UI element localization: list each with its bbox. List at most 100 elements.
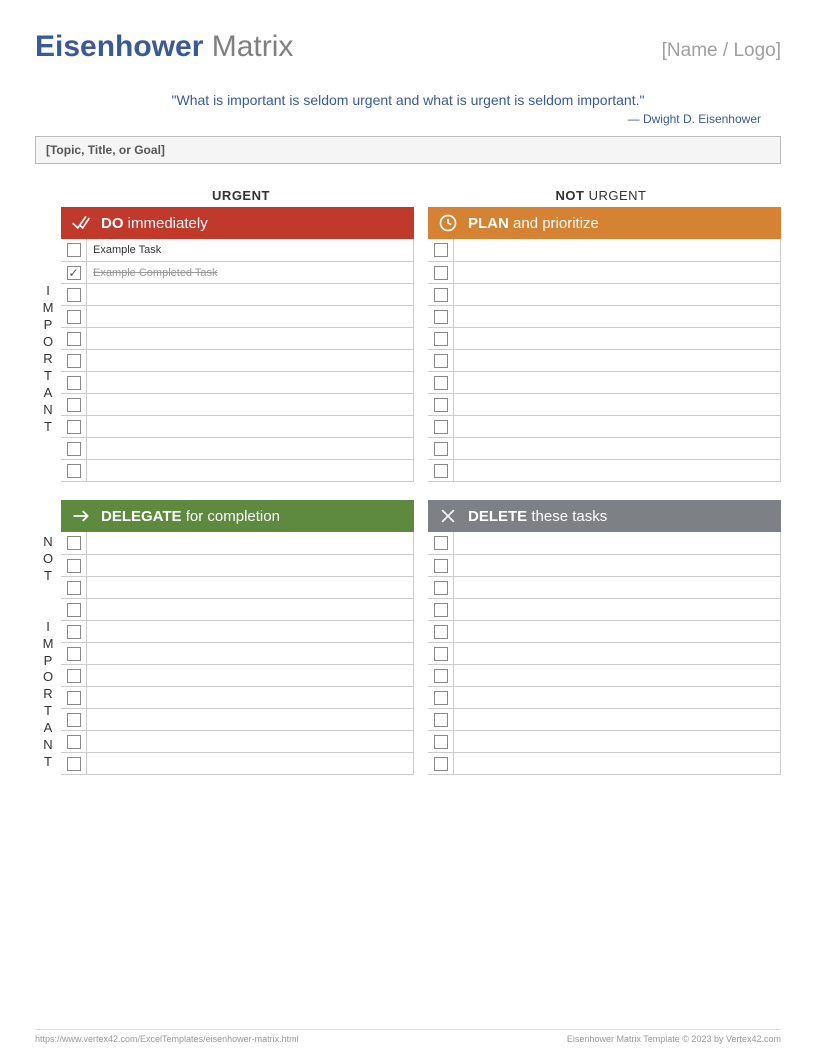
task-text[interactable] xyxy=(454,665,781,686)
task-checkbox[interactable] xyxy=(67,735,81,749)
task-text[interactable] xyxy=(454,394,781,415)
task-text[interactable] xyxy=(87,372,414,393)
task-checkbox[interactable] xyxy=(67,464,81,478)
task-checkbox[interactable] xyxy=(67,757,81,771)
task-text[interactable] xyxy=(87,709,414,730)
task-checkbox[interactable] xyxy=(67,420,81,434)
task-text[interactable] xyxy=(87,753,414,774)
task-checkbox[interactable] xyxy=(67,669,81,683)
task-checkbox[interactable] xyxy=(67,354,81,368)
task-text[interactable] xyxy=(87,416,414,437)
task-text[interactable] xyxy=(87,599,414,620)
task-checkbox[interactable] xyxy=(67,442,81,456)
task-row xyxy=(428,305,781,327)
task-text[interactable] xyxy=(454,350,781,371)
task-text[interactable] xyxy=(454,621,781,642)
task-row xyxy=(61,415,414,437)
task-text[interactable] xyxy=(454,643,781,664)
task-checkbox[interactable] xyxy=(434,332,448,346)
page-title: Eisenhower Matrix xyxy=(35,30,293,64)
row-label-not-important: NOT IMPORTANT xyxy=(35,500,61,775)
task-checkbox[interactable] xyxy=(67,713,81,727)
quadrant-delete-header: DELETE these tasks xyxy=(428,500,781,532)
task-text[interactable] xyxy=(454,262,781,283)
topic-input[interactable]: [Topic, Title, or Goal] xyxy=(35,136,781,164)
task-checkbox[interactable] xyxy=(434,536,448,550)
task-checkbox[interactable] xyxy=(67,647,81,661)
task-text[interactable] xyxy=(87,687,414,708)
task-checkbox[interactable] xyxy=(434,266,448,280)
task-checkbox[interactable] xyxy=(434,464,448,478)
task-text[interactable] xyxy=(454,753,781,774)
task-text[interactable] xyxy=(454,416,781,437)
task-text[interactable] xyxy=(87,621,414,642)
task-checkbox[interactable] xyxy=(67,332,81,346)
task-checkbox[interactable] xyxy=(434,398,448,412)
task-checkbox[interactable] xyxy=(434,603,448,617)
task-checkbox[interactable] xyxy=(67,559,81,573)
task-text[interactable] xyxy=(87,350,414,371)
title-bold: Eisenhower xyxy=(35,30,203,63)
task-text[interactable] xyxy=(454,532,781,554)
task-checkbox[interactable] xyxy=(67,310,81,324)
task-text[interactable] xyxy=(87,665,414,686)
task-checkbox[interactable] xyxy=(67,266,81,280)
task-checkbox[interactable] xyxy=(434,243,448,257)
task-checkbox[interactable] xyxy=(434,376,448,390)
task-checkbox[interactable] xyxy=(67,536,81,550)
task-checkbox[interactable] xyxy=(434,559,448,573)
task-text[interactable] xyxy=(454,687,781,708)
task-text[interactable] xyxy=(454,284,781,305)
task-checkbox[interactable] xyxy=(434,691,448,705)
task-text[interactable] xyxy=(87,328,414,349)
task-text[interactable] xyxy=(87,532,414,554)
task-row xyxy=(428,371,781,393)
task-text[interactable] xyxy=(454,372,781,393)
task-text[interactable] xyxy=(454,555,781,576)
task-checkbox[interactable] xyxy=(434,647,448,661)
task-checkbox[interactable] xyxy=(67,603,81,617)
task-checkbox[interactable] xyxy=(434,625,448,639)
task-text[interactable] xyxy=(87,284,414,305)
task-checkbox[interactable] xyxy=(67,398,81,412)
task-text[interactable] xyxy=(87,306,414,327)
task-checkbox[interactable] xyxy=(434,713,448,727)
task-checkbox[interactable] xyxy=(434,581,448,595)
task-checkbox[interactable] xyxy=(67,376,81,390)
task-text[interactable] xyxy=(454,731,781,752)
row-label-important: IMPORTANT xyxy=(35,207,61,482)
task-text[interactable] xyxy=(87,555,414,576)
task-row xyxy=(428,642,781,664)
task-text[interactable] xyxy=(454,306,781,327)
task-checkbox[interactable] xyxy=(67,691,81,705)
task-text[interactable]: Example Task xyxy=(87,239,414,261)
task-checkbox[interactable] xyxy=(434,310,448,324)
task-checkbox[interactable] xyxy=(434,669,448,683)
task-checkbox[interactable] xyxy=(434,420,448,434)
task-text[interactable] xyxy=(454,239,781,261)
task-row xyxy=(428,239,781,261)
task-checkbox[interactable] xyxy=(434,354,448,368)
task-text[interactable] xyxy=(87,731,414,752)
task-text[interactable] xyxy=(87,577,414,598)
task-checkbox[interactable] xyxy=(67,243,81,257)
task-text[interactable]: Example Completed Task xyxy=(87,262,414,283)
task-checkbox[interactable] xyxy=(67,625,81,639)
task-checkbox[interactable] xyxy=(434,288,448,302)
task-text[interactable] xyxy=(454,328,781,349)
task-text[interactable] xyxy=(454,577,781,598)
task-checkbox[interactable] xyxy=(434,735,448,749)
task-text[interactable] xyxy=(454,709,781,730)
task-text[interactable] xyxy=(87,438,414,459)
task-checkbox[interactable] xyxy=(67,288,81,302)
task-row xyxy=(428,532,781,554)
task-text[interactable] xyxy=(87,394,414,415)
task-checkbox[interactable] xyxy=(434,442,448,456)
task-text[interactable] xyxy=(454,460,781,481)
task-text[interactable] xyxy=(87,460,414,481)
task-text[interactable] xyxy=(454,599,781,620)
task-checkbox[interactable] xyxy=(434,757,448,771)
task-text[interactable] xyxy=(454,438,781,459)
task-checkbox[interactable] xyxy=(67,581,81,595)
task-text[interactable] xyxy=(87,643,414,664)
